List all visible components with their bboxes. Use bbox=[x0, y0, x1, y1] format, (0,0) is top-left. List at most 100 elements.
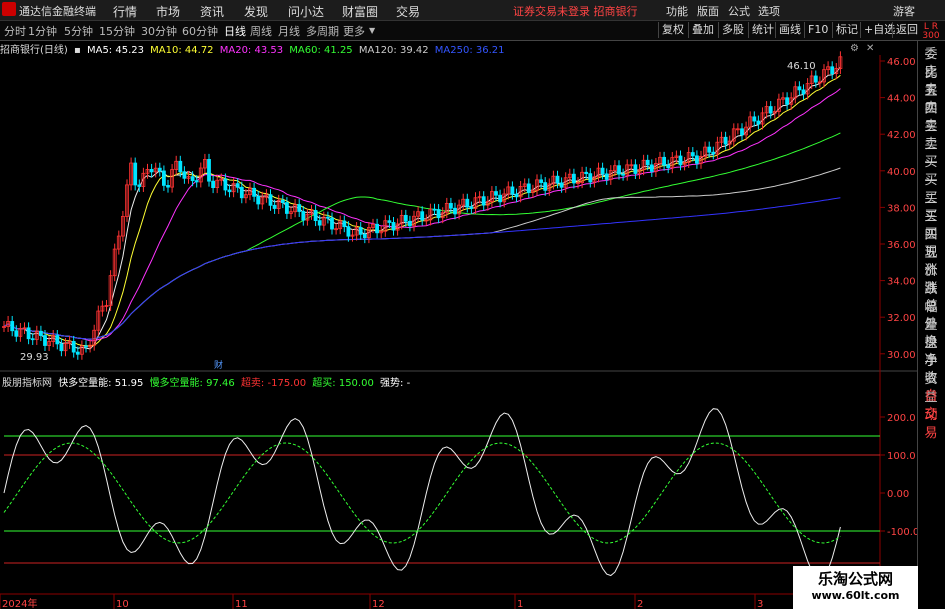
candle-body bbox=[10, 321, 15, 332]
candle-body bbox=[514, 193, 519, 198]
watermark-line2: www.60lt.com bbox=[811, 589, 900, 602]
price-tick: 42.00 bbox=[887, 130, 916, 141]
trade-notice[interactable]: 证券交易未登录 招商银行 bbox=[513, 3, 638, 19]
btn-multi-stock[interactable]: 多股 bbox=[718, 22, 747, 38]
btn-back[interactable]: 返回 bbox=[892, 22, 921, 38]
candle-body bbox=[346, 226, 351, 237]
period-30min[interactable]: 30分钟 bbox=[141, 23, 177, 39]
menu-exchange[interactable]: 市场 bbox=[156, 3, 180, 20]
candle-body bbox=[133, 162, 138, 186]
candle-body bbox=[325, 216, 330, 219]
btn-adjust[interactable]: 复权 bbox=[658, 22, 687, 38]
candle-body bbox=[358, 227, 363, 235]
candle-body bbox=[223, 178, 228, 191]
candle-body bbox=[752, 116, 757, 122]
indicator-name[interactable]: 股朋指标网 bbox=[2, 378, 52, 389]
candle-body bbox=[695, 155, 699, 164]
candle-body bbox=[756, 120, 761, 125]
candle-body bbox=[617, 165, 621, 175]
candle-body bbox=[465, 198, 470, 208]
price-tick: 46.00 bbox=[887, 57, 916, 68]
period-5min[interactable]: 5分钟 bbox=[64, 23, 93, 39]
candle-body bbox=[453, 207, 457, 215]
candle-body bbox=[797, 86, 802, 91]
menu-layout[interactable]: 版面 bbox=[697, 3, 719, 19]
date-tick: 11 bbox=[235, 599, 248, 609]
menu-trade[interactable]: 交易 bbox=[396, 3, 420, 20]
period-multi[interactable]: 多周期 bbox=[306, 23, 339, 39]
close-icon[interactable]: ✕ bbox=[866, 43, 874, 54]
candle-body bbox=[166, 185, 170, 188]
candle-body bbox=[785, 97, 789, 105]
period-1min[interactable]: 1分钟 bbox=[28, 23, 57, 39]
menu-wealth[interactable]: 财富圈 bbox=[342, 3, 378, 20]
more-chevron-icon[interactable]: ▼ bbox=[369, 26, 375, 35]
candle-body bbox=[555, 175, 560, 184]
menu-formula[interactable]: 公式 bbox=[728, 3, 750, 19]
indicator-bar: 股朋指标网 快多空量能: 51.95 慢多空量能: 97.46 超卖: -175… bbox=[2, 374, 413, 389]
kline-chart[interactable]: 46.00 44.00 42.00 40.00 38.00 36.00 34.00 32.00… bbox=[0, 41, 918, 609]
candle-body bbox=[211, 180, 216, 189]
period-more[interactable]: 更多 bbox=[343, 23, 365, 39]
btn-stats[interactable]: 统计 bbox=[748, 22, 777, 38]
candle-body bbox=[84, 345, 88, 348]
period-60min[interactable]: 60分钟 bbox=[182, 23, 218, 39]
low-label: 29.93 bbox=[20, 352, 49, 363]
candle-body bbox=[297, 204, 302, 212]
candle-body bbox=[526, 183, 531, 193]
candle-body bbox=[572, 173, 576, 184]
fin-marker[interactable]: 财 bbox=[214, 359, 223, 371]
candle-body bbox=[621, 173, 625, 176]
menu-market[interactable]: 行情 bbox=[113, 3, 137, 20]
btn-mark[interactable]: 标记 bbox=[832, 22, 861, 38]
price-tick: 34.00 bbox=[887, 277, 916, 288]
period-monthly[interactable]: 月线 bbox=[278, 23, 300, 39]
fast-energy-line bbox=[3, 408, 841, 580]
candle-body bbox=[39, 330, 43, 336]
candle-body bbox=[813, 75, 818, 83]
candle-body bbox=[256, 195, 261, 205]
period-weekly[interactable]: 周线 bbox=[250, 23, 272, 39]
candle-body bbox=[284, 202, 289, 214]
menu-news[interactable]: 资讯 bbox=[200, 3, 224, 20]
candle-body bbox=[498, 194, 503, 203]
menu-options[interactable]: 选项 bbox=[758, 3, 780, 19]
menu-function[interactable]: 功能 bbox=[666, 3, 688, 19]
candle-body bbox=[633, 164, 638, 174]
gear-icon[interactable]: ⚙ bbox=[850, 43, 859, 54]
btn-f10[interactable]: F10 bbox=[804, 22, 831, 38]
menu-bar: 通达信金融终端 行情 市场 资讯 发现 问小达 财富圈 交易 证券交易未登录 招… bbox=[0, 0, 945, 21]
menu-ask[interactable]: 问小达 bbox=[288, 3, 324, 20]
period-daily[interactable]: 日线 bbox=[224, 23, 246, 39]
menu-guest[interactable]: 游客 bbox=[893, 3, 915, 19]
candle-body bbox=[178, 160, 183, 173]
price-tick: 38.00 bbox=[887, 203, 916, 214]
period-fenshi[interactable]: 分时 bbox=[4, 23, 26, 39]
side-item[interactable]: 交易 bbox=[919, 403, 943, 441]
period-toolbar: 分时 1分钟 5分钟 15分钟 30分钟 60分钟 日线 周线 月线 多周期 更… bbox=[0, 21, 945, 41]
price-tick: 32.00 bbox=[887, 313, 916, 324]
indicator-tick: 0.00 bbox=[887, 489, 909, 500]
date-tick: 2 bbox=[637, 599, 643, 609]
candle-body bbox=[235, 183, 240, 188]
candle-body bbox=[55, 335, 60, 345]
btn-overlay[interactable]: 叠加 bbox=[688, 22, 717, 38]
candle-body bbox=[481, 196, 486, 206]
candle-body bbox=[14, 330, 19, 337]
indicator-strength: 强势: - bbox=[380, 378, 411, 389]
app-logo-icon bbox=[2, 2, 16, 16]
candle-body bbox=[707, 146, 712, 153]
candle-body bbox=[342, 220, 347, 228]
btn-draw[interactable]: 画线 bbox=[775, 22, 804, 38]
date-tick: 12 bbox=[372, 599, 385, 609]
period-15min[interactable]: 15分钟 bbox=[99, 23, 135, 39]
candle-body bbox=[239, 186, 244, 199]
candle-body bbox=[26, 327, 31, 340]
menu-discover[interactable]: 发现 bbox=[244, 3, 268, 20]
indicator-slow: 慢多空量能: 97.46 bbox=[149, 378, 235, 389]
candle-body bbox=[711, 151, 716, 155]
candle-body bbox=[645, 159, 650, 166]
candle-body bbox=[387, 220, 392, 223]
candle-body bbox=[190, 176, 195, 182]
candle-body bbox=[690, 152, 695, 157]
